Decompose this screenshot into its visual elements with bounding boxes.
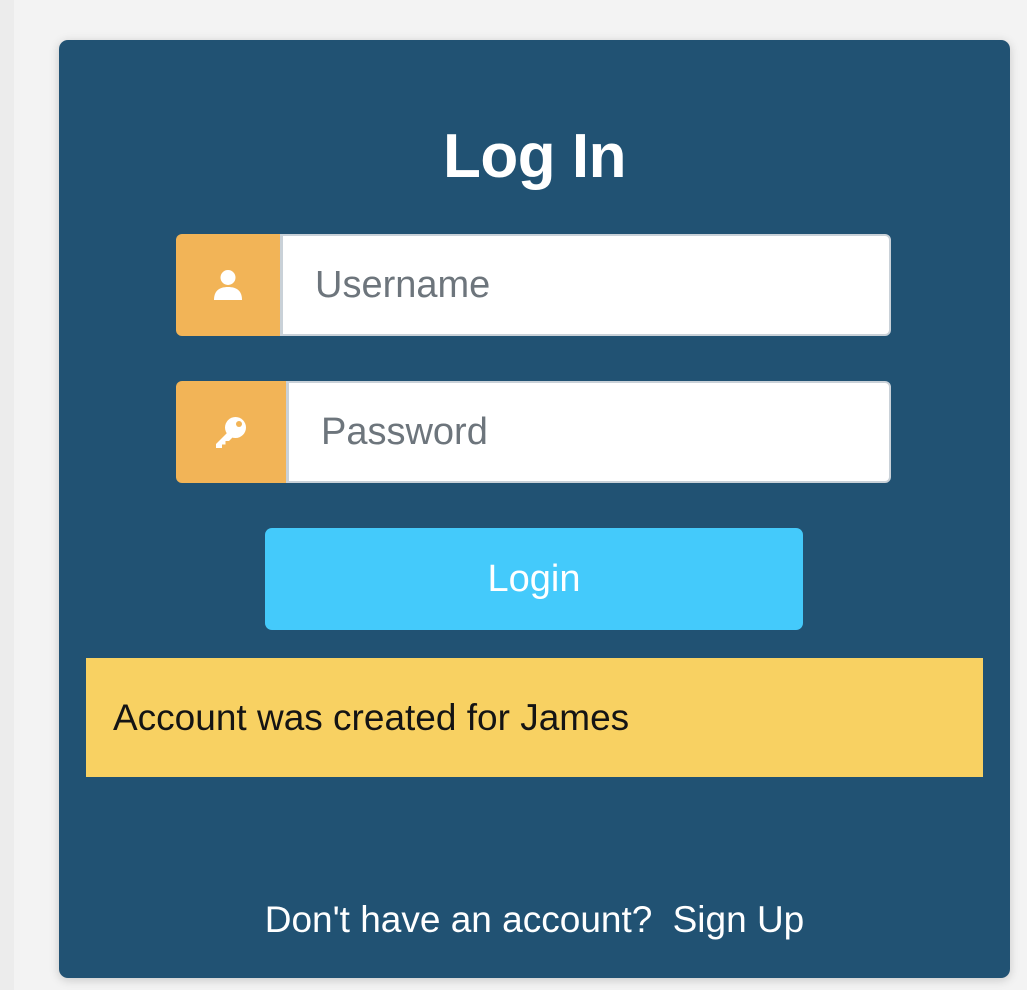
page: Log In Login Account was cre — [0, 0, 1027, 990]
alert-text: Account was created for James — [113, 696, 630, 738]
password-input[interactable] — [286, 381, 891, 483]
page-title: Log In — [443, 122, 626, 191]
username-input[interactable] — [280, 234, 891, 336]
window-edge — [0, 0, 14, 990]
signup-prompt-text: Don't have an account? — [264, 899, 653, 940]
login-button[interactable]: Login — [265, 528, 803, 630]
key-icon — [176, 381, 286, 483]
signup-link[interactable]: Sign Up — [673, 899, 805, 940]
alert-message: Account was created for James — [86, 658, 983, 777]
password-group — [176, 381, 891, 483]
username-group — [176, 234, 891, 336]
signup-prompt: Don't have an account? Sign Up — [59, 890, 1010, 950]
user-icon — [176, 234, 280, 336]
login-card: Log In Login Account was cre — [59, 40, 1010, 978]
